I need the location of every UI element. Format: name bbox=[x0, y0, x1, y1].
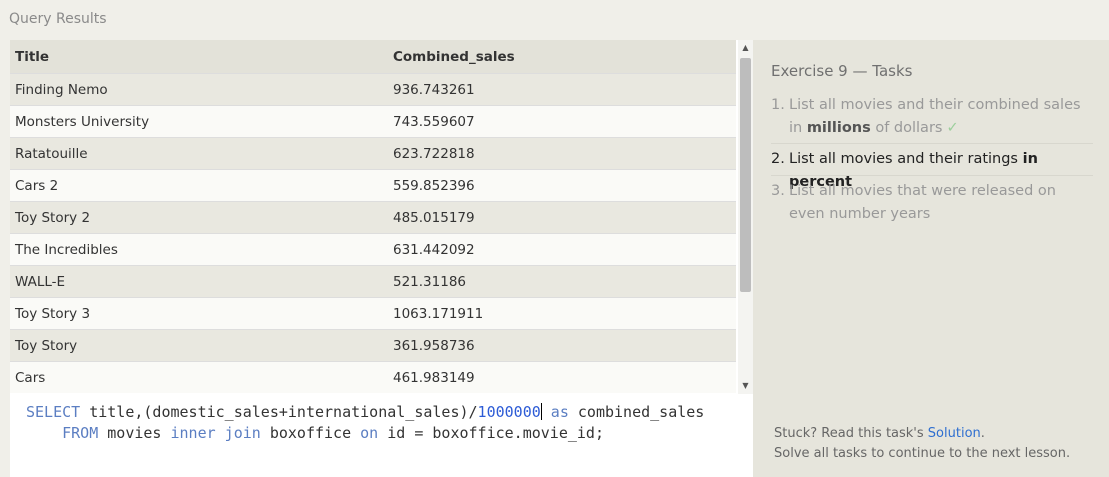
table-row: Cars 461.983149 bbox=[10, 361, 736, 393]
code-keyword-inner-join: inner join bbox=[170, 424, 261, 442]
code-line-2: FROM movies inner join boxoffice on id =… bbox=[26, 423, 604, 444]
cell-title: Cars 2 bbox=[10, 169, 388, 202]
cell-combined-sales: 743.559607 bbox=[388, 105, 736, 138]
tasks-panel: Exercise 9 — Tasks 1. List all movies an… bbox=[753, 40, 1109, 477]
cell-title: Monsters University bbox=[10, 105, 388, 138]
code-join-condition: id = boxoffice.movie_id; bbox=[378, 424, 604, 442]
checkmark-icon: ✓ bbox=[946, 120, 959, 136]
task-text: List all movies and their ratings bbox=[789, 151, 1023, 167]
table-row: Ratatouille 623.722818 bbox=[10, 137, 736, 170]
column-header-combined-sales: Combined_sales bbox=[388, 40, 736, 74]
cell-title: WALL-E bbox=[10, 265, 388, 298]
code-table-movies: movies bbox=[98, 424, 171, 442]
table-row: Toy Story 3 1063.171911 bbox=[10, 297, 736, 330]
table-row: Finding Nemo 936.743261 bbox=[10, 73, 736, 106]
code-alias: combined_sales bbox=[568, 403, 705, 421]
cell-combined-sales: 361.958736 bbox=[388, 329, 736, 362]
task-divider bbox=[771, 175, 1093, 176]
cell-title: Toy Story 2 bbox=[10, 201, 388, 234]
task-number: 2. bbox=[771, 151, 785, 167]
task-number: 1. bbox=[771, 97, 785, 113]
table-row: Monsters University 743.559607 bbox=[10, 105, 736, 138]
table-row: Toy Story 2 485.015179 bbox=[10, 201, 736, 234]
task-text: List all movies that were released on ev… bbox=[789, 183, 1056, 222]
solution-link[interactable]: Solution bbox=[928, 426, 981, 441]
code-number: 1000000 bbox=[477, 403, 541, 421]
cell-title: Ratatouille bbox=[10, 137, 388, 170]
cell-combined-sales: 461.983149 bbox=[388, 361, 736, 393]
exercise-title: Exercise 9 — Tasks bbox=[771, 62, 913, 80]
cell-title: Toy Story 3 bbox=[10, 297, 388, 330]
task-item-3: 3. List all movies that were released on… bbox=[771, 180, 1093, 226]
results-scrollbar[interactable]: ▲ ▼ bbox=[738, 40, 753, 394]
code-keyword-as: as bbox=[541, 403, 569, 421]
stuck-period: . bbox=[980, 426, 985, 441]
scroll-up-arrow-icon[interactable]: ▲ bbox=[738, 40, 753, 56]
code-keyword-on: on bbox=[360, 424, 379, 442]
task-number: 3. bbox=[771, 183, 785, 199]
cell-combined-sales: 631.442092 bbox=[388, 233, 736, 266]
stuck-hint: Stuck? Read this task's Solution. bbox=[774, 426, 985, 441]
table-row: The Incredibles 631.442092 bbox=[10, 233, 736, 266]
task-text-end: of dollars bbox=[870, 120, 943, 136]
cell-title: Finding Nemo bbox=[10, 73, 388, 106]
code-keyword-select: SELECT bbox=[26, 403, 81, 421]
results-table: Title Combined_sales Finding Nemo 936.743… bbox=[10, 40, 736, 393]
stuck-text: Stuck? Read this task's bbox=[774, 426, 928, 441]
table-row: Cars 2 559.852396 bbox=[10, 169, 736, 202]
cell-title: Toy Story bbox=[10, 329, 388, 362]
query-results-panel: Title Combined_sales Finding Nemo 936.743… bbox=[10, 40, 753, 394]
task-divider bbox=[771, 143, 1093, 144]
cell-combined-sales: 623.722818 bbox=[388, 137, 736, 170]
table-row: Toy Story 361.958736 bbox=[10, 329, 736, 362]
cell-combined-sales: 521.31186 bbox=[388, 265, 736, 298]
cell-combined-sales: 1063.171911 bbox=[388, 297, 736, 330]
task-item-1: 1. List all movies and their combined sa… bbox=[771, 94, 1093, 140]
scroll-down-arrow-icon[interactable]: ▼ bbox=[738, 378, 753, 394]
task-emphasis: millions bbox=[806, 120, 871, 136]
query-results-title: Query Results bbox=[9, 11, 107, 27]
code-line-1: SELECT title,(domestic_sales+internation… bbox=[26, 402, 704, 423]
cell-title: Cars bbox=[10, 361, 388, 393]
sql-editor[interactable]: SELECT title,(domestic_sales+internation… bbox=[10, 394, 753, 477]
code-table-boxoffice: boxoffice bbox=[260, 424, 361, 442]
code-keyword-from: FROM bbox=[62, 424, 99, 442]
solve-all-note: Solve all tasks to continue to the next … bbox=[774, 446, 1071, 461]
cell-combined-sales: 936.743261 bbox=[388, 73, 736, 106]
table-header-row: Title Combined_sales bbox=[10, 40, 736, 74]
cell-title: The Incredibles bbox=[10, 233, 388, 266]
scrollbar-thumb[interactable] bbox=[740, 58, 751, 292]
table-row: WALL-E 521.31186 bbox=[10, 265, 736, 298]
cell-combined-sales: 485.015179 bbox=[388, 201, 736, 234]
column-header-title: Title bbox=[10, 40, 388, 74]
code-select-expression: title,(domestic_sales+international_sale… bbox=[80, 403, 478, 421]
cell-combined-sales: 559.852396 bbox=[388, 169, 736, 202]
